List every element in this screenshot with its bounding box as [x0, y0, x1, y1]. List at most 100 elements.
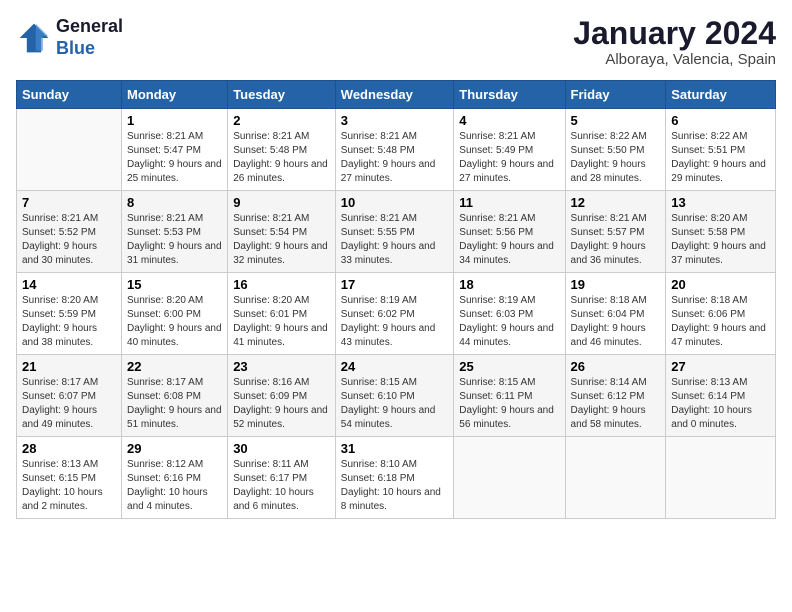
day-number: 14 — [22, 277, 116, 292]
calendar-cell: 13Sunrise: 8:20 AMSunset: 5:58 PMDayligh… — [666, 191, 776, 273]
calendar-week-row: 21Sunrise: 8:17 AMSunset: 6:07 PMDayligh… — [17, 355, 776, 437]
day-number: 2 — [233, 113, 330, 128]
day-info: Sunrise: 8:17 AMSunset: 6:08 PMDaylight:… — [127, 376, 222, 432]
calendar-cell: 8Sunrise: 8:21 AMSunset: 5:53 PMDaylight… — [122, 191, 228, 273]
calendar-cell: 18 Sunrise: 8:19 AMSunset: 6:03 PMDayligh… — [454, 273, 565, 355]
day-info: Sunrise: 8:20 AMSunset: 5:59 PMDaylight:… — [22, 294, 116, 350]
month-title: January 2024 — [573, 16, 776, 51]
day-number: 11 — [459, 195, 559, 210]
calendar-cell: 12 Sunrise: 8:21 AMSunset: 5:57 PMDayligh… — [565, 191, 666, 273]
calendar-cell: 15Sunrise: 8:20 AMSunset: 6:00 PMDayligh… — [122, 273, 228, 355]
day-number: 30 — [233, 441, 330, 456]
calendar-week-row: 28 Sunrise: 8:13 AMSunset: 6:15 PMDayligh… — [17, 437, 776, 519]
calendar-cell: 23 Sunrise: 8:16 AMSunset: 6:09 PMDayligh… — [228, 355, 336, 437]
calendar-week-row: 1 Sunrise: 8:21 AMSunset: 5:47 PMDaylight… — [17, 109, 776, 191]
calendar-cell: 4 Sunrise: 8:21 AMSunset: 5:49 PMDaylight… — [454, 109, 565, 191]
calendar-cell: 31 Sunrise: 8:10 AMSunset: 6:18 PMDayligh… — [335, 437, 454, 519]
day-number: 5 — [571, 113, 661, 128]
day-number: 1 — [127, 113, 222, 128]
day-number: 28 — [22, 441, 116, 456]
calendar-cell: 2Sunrise: 8:21 AMSunset: 5:48 PMDaylight… — [228, 109, 336, 191]
day-info: Sunrise: 8:21 AMSunset: 5:48 PMDaylight:… — [341, 130, 449, 186]
calendar-cell: 10 Sunrise: 8:21 AMSunset: 5:55 PMDayligh… — [335, 191, 454, 273]
day-number: 9 — [233, 195, 330, 210]
calendar-cell — [666, 437, 776, 519]
calendar-cell: 7 Sunrise: 8:21 AMSunset: 5:52 PMDaylight… — [17, 191, 122, 273]
day-number: 22 — [127, 359, 222, 374]
day-number: 6 — [671, 113, 770, 128]
calendar-cell: 19 Sunrise: 8:18 AMSunset: 6:04 PMDayligh… — [565, 273, 666, 355]
day-info: Sunrise: 8:16 AMSunset: 6:09 PMDaylight:… — [233, 376, 330, 432]
header-cell-wednesday: Wednesday — [335, 81, 454, 109]
day-info: Sunrise: 8:18 AMSunset: 6:04 PMDaylight:… — [571, 294, 661, 350]
day-info: Sunrise: 8:13 AMSunset: 6:15 PMDaylight:… — [22, 458, 116, 514]
header-cell-friday: Friday — [565, 81, 666, 109]
calendar-cell: 11 Sunrise: 8:21 AMSunset: 5:56 PMDayligh… — [454, 191, 565, 273]
day-number: 19 — [571, 277, 661, 292]
header-cell-sunday: Sunday — [17, 81, 122, 109]
day-info: Sunrise: 8:21 AMSunset: 5:49 PMDaylight:… — [459, 130, 559, 186]
header-cell-tuesday: Tuesday — [228, 81, 336, 109]
day-number: 20 — [671, 277, 770, 292]
day-number: 16 — [233, 277, 330, 292]
day-info: Sunrise: 8:14 AMSunset: 6:12 PMDaylight:… — [571, 376, 661, 432]
calendar-cell: 17Sunrise: 8:19 AMSunset: 6:02 PMDayligh… — [335, 273, 454, 355]
calendar-cell — [17, 109, 122, 191]
day-info: Sunrise: 8:20 AMSunset: 6:01 PMDaylight:… — [233, 294, 330, 350]
day-info: Sunrise: 8:21 AMSunset: 5:54 PMDaylight:… — [233, 212, 330, 268]
calendar-cell: 9 Sunrise: 8:21 AMSunset: 5:54 PMDaylight… — [228, 191, 336, 273]
calendar-cell: 20 Sunrise: 8:18 AMSunset: 6:06 PMDayligh… — [666, 273, 776, 355]
calendar-cell: 3 Sunrise: 8:21 AMSunset: 5:48 PMDaylight… — [335, 109, 454, 191]
day-info: Sunrise: 8:12 AMSunset: 6:16 PMDaylight:… — [127, 458, 222, 514]
title-area: January 2024 Alboraya, Valencia, Spain — [573, 16, 776, 68]
logo-text: General Blue — [56, 16, 123, 59]
day-number: 7 — [22, 195, 116, 210]
day-number: 23 — [233, 359, 330, 374]
header: General Blue January 2024 Alboraya, Vale… — [16, 16, 776, 68]
day-number: 12 — [571, 195, 661, 210]
calendar-cell: 16 Sunrise: 8:20 AMSunset: 6:01 PMDayligh… — [228, 273, 336, 355]
day-info: Sunrise: 8:21 AMSunset: 5:52 PMDaylight:… — [22, 212, 116, 268]
calendar-cell: 14 Sunrise: 8:20 AMSunset: 5:59 PMDayligh… — [17, 273, 122, 355]
day-number: 27 — [671, 359, 770, 374]
day-info: Sunrise: 8:21 AMSunset: 5:47 PMDaylight:… — [127, 130, 222, 186]
calendar-week-row: 14 Sunrise: 8:20 AMSunset: 5:59 PMDayligh… — [17, 273, 776, 355]
day-info: Sunrise: 8:21 AMSunset: 5:55 PMDaylight:… — [341, 212, 449, 268]
logo-icon — [16, 20, 52, 56]
calendar-cell: 21Sunrise: 8:17 AMSunset: 6:07 PMDayligh… — [17, 355, 122, 437]
day-info: Sunrise: 8:11 AMSunset: 6:17 PMDaylight:… — [233, 458, 330, 514]
calendar-week-row: 7 Sunrise: 8:21 AMSunset: 5:52 PMDaylight… — [17, 191, 776, 273]
day-number: 10 — [341, 195, 449, 210]
day-number: 29 — [127, 441, 222, 456]
day-info: Sunrise: 8:13 AMSunset: 6:14 PMDaylight:… — [671, 376, 770, 432]
day-info: Sunrise: 8:20 AMSunset: 5:58 PMDaylight:… — [671, 212, 770, 268]
day-number: 25 — [459, 359, 559, 374]
calendar-cell: 24 Sunrise: 8:15 AMSunset: 6:10 PMDayligh… — [335, 355, 454, 437]
day-number: 31 — [341, 441, 449, 456]
day-info: Sunrise: 8:21 AMSunset: 5:56 PMDaylight:… — [459, 212, 559, 268]
calendar-cell: 28 Sunrise: 8:13 AMSunset: 6:15 PMDayligh… — [17, 437, 122, 519]
day-info: Sunrise: 8:22 AMSunset: 5:51 PMDaylight:… — [671, 130, 770, 186]
day-info: Sunrise: 8:15 AMSunset: 6:10 PMDaylight:… — [341, 376, 449, 432]
day-number: 26 — [571, 359, 661, 374]
day-info: Sunrise: 8:18 AMSunset: 6:06 PMDaylight:… — [671, 294, 770, 350]
day-number: 24 — [341, 359, 449, 374]
calendar-cell — [565, 437, 666, 519]
header-cell-thursday: Thursday — [454, 81, 565, 109]
day-info: Sunrise: 8:17 AMSunset: 6:07 PMDaylight:… — [22, 376, 116, 432]
day-info: Sunrise: 8:19 AMSunset: 6:03 PMDaylight:… — [459, 294, 559, 350]
day-info: Sunrise: 8:15 AMSunset: 6:11 PMDaylight:… — [459, 376, 559, 432]
day-number: 3 — [341, 113, 449, 128]
day-info: Sunrise: 8:10 AMSunset: 6:18 PMDaylight:… — [341, 458, 449, 514]
day-info: Sunrise: 8:21 AMSunset: 5:57 PMDaylight:… — [571, 212, 661, 268]
calendar-cell: 27 Sunrise: 8:13 AMSunset: 6:14 PMDayligh… — [666, 355, 776, 437]
logo: General Blue — [16, 16, 123, 59]
calendar-cell: 30 Sunrise: 8:11 AMSunset: 6:17 PMDayligh… — [228, 437, 336, 519]
calendar-cell: 26 Sunrise: 8:14 AMSunset: 6:12 PMDayligh… — [565, 355, 666, 437]
calendar-cell: 1 Sunrise: 8:21 AMSunset: 5:47 PMDaylight… — [122, 109, 228, 191]
calendar-cell: 29 Sunrise: 8:12 AMSunset: 6:16 PMDayligh… — [122, 437, 228, 519]
day-number: 4 — [459, 113, 559, 128]
day-number: 18 — [459, 277, 559, 292]
calendar-header-row: SundayMondayTuesdayWednesdayThursdayFrid… — [17, 81, 776, 109]
day-number: 8 — [127, 195, 222, 210]
